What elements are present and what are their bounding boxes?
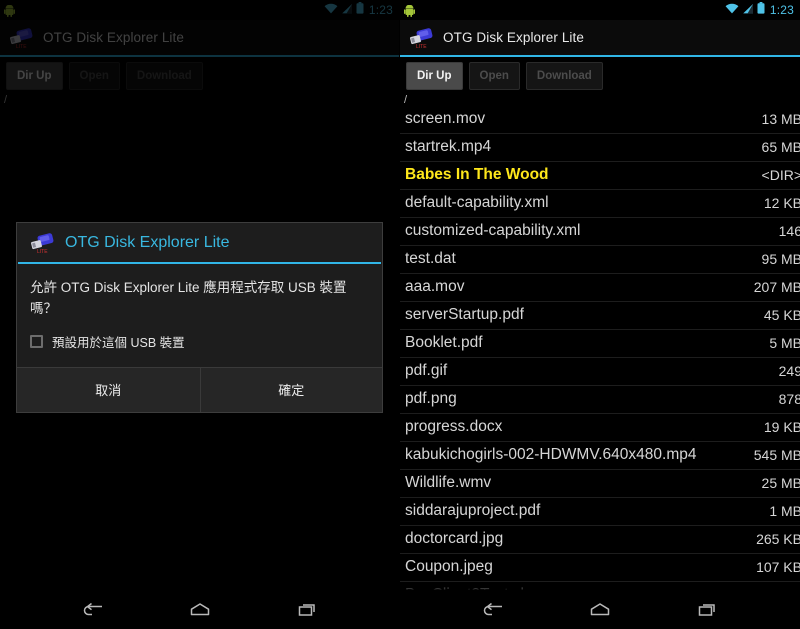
recent-apps-icon[interactable] (693, 599, 723, 621)
file-name: doctorcard.jpg (405, 530, 504, 547)
file-name: customized-capability.xml (405, 222, 581, 239)
screenshot-stage: 1:23 LITE OTG Disk Explorer Lite Dir Up … (0, 0, 800, 629)
system-navigation-bar (0, 590, 399, 629)
wifi-icon (725, 1, 739, 19)
cellular-signal-icon (742, 1, 754, 19)
back-arrow-icon[interactable] (477, 599, 507, 621)
file-row[interactable]: startrek.mp4 65 MB (400, 134, 800, 162)
recent-apps-icon[interactable] (293, 599, 323, 621)
battery-icon (757, 1, 765, 19)
left-screen: 1:23 LITE OTG Disk Explorer Lite Dir Up … (0, 0, 400, 629)
file-row[interactable]: serverStartup.pdf 45 KB (400, 302, 800, 330)
home-icon[interactable] (585, 599, 615, 621)
file-name: pdf.gif (405, 362, 448, 379)
file-row[interactable]: siddarajuproject.pdf 1 MB (400, 498, 800, 526)
file-row[interactable]: default-capability.xml 12 KB (400, 190, 800, 218)
file-size: 19 KB (763, 419, 800, 435)
file-name: startrek.mp4 (405, 138, 492, 155)
file-size: 265 KB (756, 531, 800, 547)
file-name: kabukichogirls-002-HDWMV.640x480.mp4 (405, 446, 697, 463)
file-size: 5 MB (769, 335, 800, 351)
dialog-message: 允許 OTG Disk Explorer Lite 應用程式存取 USB 裝置嗎… (30, 280, 347, 316)
file-row[interactable]: aaa.mov 207 MB (400, 274, 800, 302)
file-size: 1 MB (769, 503, 800, 519)
file-size: 13 MB (761, 111, 800, 127)
file-name: test.dat (405, 250, 456, 267)
file-size: 65 MB (761, 139, 800, 155)
file-name: siddarajuproject.pdf (405, 502, 541, 519)
file-row[interactable]: Booklet.pdf 5 MB (400, 330, 800, 358)
dialog-title-bar: LITE OTG Disk Explorer Lite (17, 223, 382, 262)
app-title: OTG Disk Explorer Lite (443, 30, 584, 45)
system-navigation-bar (400, 583, 800, 629)
file-name: screen.mov (405, 110, 486, 127)
svg-text:LITE: LITE (416, 44, 427, 50)
dialog-actions: 取消 確定 (17, 368, 382, 412)
file-name: progress.docx (405, 418, 503, 435)
file-row[interactable]: pdf.png 878 (400, 386, 800, 414)
file-size: 107 KB (756, 559, 800, 575)
default-usb-checkbox-label: 預設用於這個 USB 裝置 (52, 336, 185, 350)
action-bar: LITE OTG Disk Explorer Lite (400, 20, 800, 57)
file-size: 545 MB (753, 447, 800, 463)
status-bar-system-icons: 1:23 (725, 1, 794, 19)
dir-up-button[interactable]: Dir Up (406, 62, 463, 90)
back-arrow-icon[interactable] (77, 599, 107, 621)
status-bar: 1:23 (400, 0, 800, 20)
home-icon[interactable] (185, 599, 215, 621)
file-size: 45 KB (763, 307, 800, 323)
file-name: Babes In The Wood (405, 166, 549, 183)
file-name: default-capability.xml (405, 194, 549, 211)
usb-permission-dialog: LITE OTG Disk Explorer Lite 允許 OTG Disk … (16, 222, 383, 413)
default-usb-checkbox[interactable] (30, 335, 43, 348)
file-size: 12 KB (763, 195, 800, 211)
usb-drive-icon: LITE (27, 231, 57, 255)
android-robot-icon (404, 4, 415, 17)
file-name: Wildlife.wmv (405, 474, 492, 491)
file-name: pdf.png (405, 390, 457, 407)
file-row[interactable]: doctorcard.jpg 265 KB (400, 526, 800, 554)
ok-button[interactable]: 確定 (199, 368, 382, 412)
download-button[interactable]: Download (525, 62, 603, 90)
file-name: aaa.mov (405, 278, 465, 295)
current-path: / (400, 95, 800, 106)
file-row[interactable]: Wildlife.wmv 25 MB (400, 470, 800, 498)
file-size: 878 (778, 391, 800, 407)
file-size: 207 MB (753, 279, 800, 295)
file-row[interactable]: screen.mov 13 MB (400, 106, 800, 134)
file-row[interactable]: Babes In The Wood <DIR> (400, 162, 800, 190)
open-button[interactable]: Open (468, 62, 520, 90)
file-toolbar: Dir Up Open Download (400, 57, 800, 95)
file-name: serverStartup.pdf (405, 306, 524, 323)
file-row[interactable]: progress.docx 19 KB (400, 414, 800, 442)
file-row[interactable]: customized-capability.xml 146 (400, 218, 800, 246)
usb-drive-icon: LITE (406, 25, 436, 51)
file-row[interactable]: kabukichogirls-002-HDWMV.640x480.mp4 545 … (400, 442, 800, 470)
dialog-body: 允許 OTG Disk Explorer Lite 應用程式存取 USB 裝置嗎… (17, 264, 382, 367)
default-usb-checkbox-row[interactable]: 預設用於這個 USB 裝置 (30, 332, 369, 351)
file-row[interactable]: pdf.gif 249 (400, 358, 800, 386)
file-name: Coupon.jpeg (405, 558, 493, 575)
file-size: 249 (778, 363, 800, 379)
file-row[interactable]: test.dat 95 MB (400, 246, 800, 274)
status-bar-notifications (404, 4, 415, 17)
file-size: 95 MB (761, 251, 800, 267)
dialog-title: OTG Disk Explorer Lite (65, 234, 230, 251)
file-list[interactable]: screen.mov 13 MB startrek.mp4 65 MB Babes In… (400, 106, 800, 629)
file-row[interactable]: Coupon.jpeg 107 KB (400, 554, 800, 582)
file-size: 25 MB (761, 475, 800, 491)
file-size: 146 (778, 223, 800, 239)
file-size: <DIR> (761, 167, 800, 183)
svg-text:LITE: LITE (37, 249, 48, 255)
file-name: Booklet.pdf (405, 334, 483, 351)
cancel-button[interactable]: 取消 (17, 368, 200, 412)
right-screen: 1:23 LITE OTG Disk Explorer Lite Dir Up … (400, 0, 800, 629)
status-bar-clock: 1:23 (769, 3, 794, 17)
